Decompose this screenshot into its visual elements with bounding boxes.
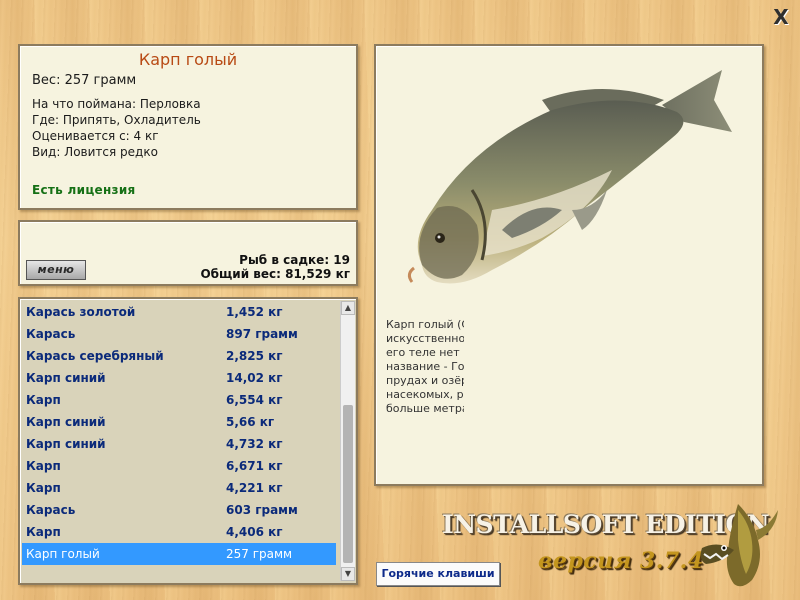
fish-title: Карп голый <box>138 50 238 69</box>
license-status: Есть лицензия <box>32 183 136 197</box>
catch-item-name: Карась <box>26 503 76 517</box>
catch-item-weight: 1,452 кг <box>226 305 283 319</box>
catch-list-item[interactable]: Карп синий 14,02 кг <box>22 367 336 389</box>
catch-list-item[interactable]: Карась золотой 1,452 кг <box>22 301 336 323</box>
catch-item-weight: 6,554 кг <box>226 393 283 407</box>
catch-list-item[interactable]: Карп голый 257 грамм <box>22 543 336 565</box>
catch-item-name: Карп голый <box>26 547 100 561</box>
cage-status-panel: меню Рыб в садке: 19 Общий вес: 81,529 к… <box>18 220 358 286</box>
catch-list[interactable]: Карась золотой 1,452 кг Карась 897 грамм Кар… <box>22 301 336 581</box>
catch-item-weight: 6,671 кг <box>226 459 283 473</box>
fish-image-panel: Карп голый (С карпа. На искусственно пол… <box>374 44 764 486</box>
catch-item-weight: 257 грамм <box>226 547 293 561</box>
catch-item-weight: 4,406 кг <box>226 525 283 539</box>
catch-list-item[interactable]: Карась 603 грамм <box>22 499 336 521</box>
catch-item-name: Карп <box>26 481 61 495</box>
catch-item-name: Карп синий <box>26 415 106 429</box>
hotkeys-button[interactable]: Горячие клавиши <box>376 562 500 586</box>
catch-item-name: Карась серебряный <box>26 349 164 363</box>
menu-button[interactable]: меню <box>26 260 86 280</box>
version-label: версия 3.7.4 <box>538 548 704 574</box>
catch-item-name: Карп синий <box>26 371 106 385</box>
catch-item-weight: 4,221 кг <box>226 481 283 495</box>
catch-list-item[interactable]: Карп 4,406 кг <box>22 521 336 543</box>
catch-list-item[interactable]: Карп синий 5,66 кг <box>22 411 336 433</box>
catch-list-item[interactable]: Карась 897 грамм <box>22 323 336 345</box>
catch-list-item[interactable]: Карп 6,671 кг <box>22 455 336 477</box>
catch-item-name: Карась золотой <box>26 305 136 319</box>
catch-item-name: Карп <box>26 393 61 407</box>
fish-location: Где: Припять, Охладитель <box>32 113 201 127</box>
fish-bait: На что поймана: Перловка <box>32 97 201 111</box>
catch-list-item[interactable]: Карп 4,221 кг <box>22 477 336 499</box>
fish-weight: Вес: 257 грамм <box>32 73 137 88</box>
list-scrollbar[interactable]: ▲ ▼ <box>340 301 355 581</box>
catch-list-panel: Карась золотой 1,452 кг Карась 897 грамм Кар… <box>18 297 358 585</box>
scroll-up-icon[interactable]: ▲ <box>341 301 355 315</box>
catch-list-item[interactable]: Карп синий 4,732 кг <box>22 433 336 455</box>
catch-item-weight: 14,02 кг <box>226 371 283 385</box>
catch-item-weight: 2,825 кг <box>226 349 283 363</box>
pike-logo-icon <box>700 504 778 587</box>
catch-item-weight: 5,66 кг <box>226 415 275 429</box>
image-occluder <box>464 312 664 416</box>
fish-valued-from: Оценивается с: 4 кг <box>32 129 159 143</box>
catch-list-item[interactable]: Карп 6,554 кг <box>22 389 336 411</box>
fish-info-panel: Карп голый Вес: 257 грамм На что поймана… <box>18 44 358 210</box>
catch-item-name: Карп <box>26 459 61 473</box>
fish-in-cage-count: Рыб в садке: 19 <box>239 253 350 267</box>
close-icon[interactable]: X <box>772 7 790 27</box>
carp-fish-image <box>407 70 732 284</box>
catch-item-name: Карп <box>26 525 61 539</box>
scroll-down-icon[interactable]: ▼ <box>341 567 355 581</box>
total-weight: Общий вес: 81,529 кг <box>200 267 350 281</box>
catch-item-weight: 4,732 кг <box>226 437 283 451</box>
catch-item-weight: 603 грамм <box>226 503 298 517</box>
scroll-thumb[interactable] <box>343 405 353 563</box>
catch-list-item[interactable]: Карась серебряный 2,825 кг <box>22 345 336 367</box>
catch-item-weight: 897 грамм <box>226 327 298 341</box>
fish-kind: Вид: Ловится редко <box>32 145 158 159</box>
catch-item-name: Карась <box>26 327 76 341</box>
catch-item-name: Карп синий <box>26 437 106 451</box>
